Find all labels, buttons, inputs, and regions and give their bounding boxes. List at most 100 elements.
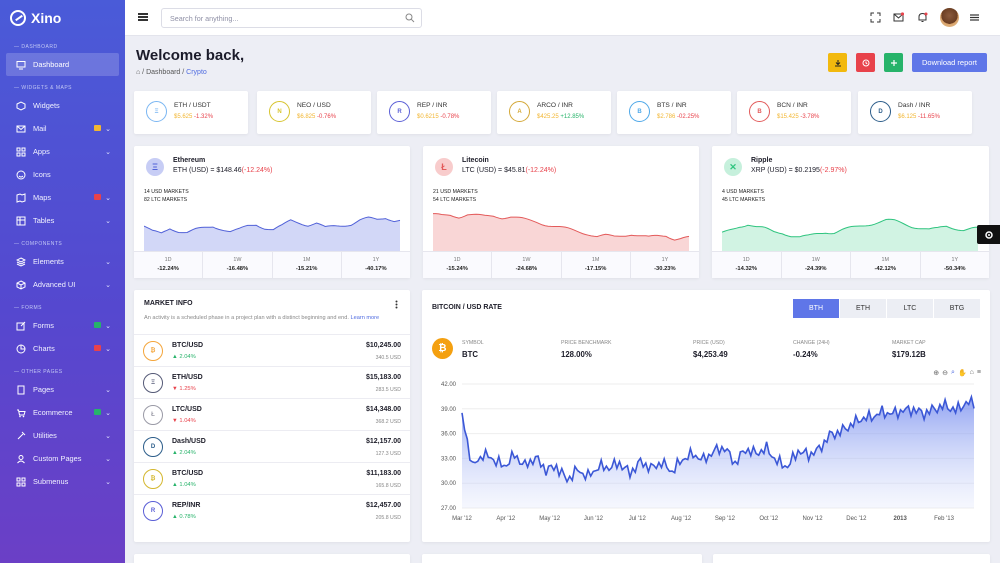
download-button[interactable]: [828, 53, 847, 72]
ticker-card[interactable]: Ξ ETH / USDT $5.625 -1.32%: [134, 91, 248, 134]
search-zoom-icon[interactable]: ⌕: [951, 369, 955, 377]
sidebar-item-utilities[interactable]: Utilities ⌄: [0, 424, 125, 447]
home-icon[interactable]: ⌂: [970, 369, 974, 377]
mail-icon[interactable]: [893, 12, 904, 23]
tab-ltc[interactable]: LTC: [887, 299, 933, 318]
chevron-down-icon: ⌄: [105, 148, 111, 156]
search-input[interactable]: Search for anything...: [161, 8, 422, 28]
sidebar-item-submenus[interactable]: Submenus ⌄: [0, 470, 125, 493]
sidebar-item-forms[interactable]: Forms ⌄: [0, 314, 125, 337]
stat-label: 1W: [233, 257, 242, 263]
market-pair: ETH/USD: [172, 374, 203, 381]
tab-eth[interactable]: ETH: [840, 299, 886, 318]
settings-gear-button[interactable]: [977, 225, 1000, 244]
sidebar-label: Mail: [33, 124, 47, 133]
sidebar-item-icons[interactable]: Icons: [0, 163, 125, 186]
smile-icon: [16, 170, 26, 179]
market-row[interactable]: Ξ ETH/USD ▼ 1.25% $15,183.00 283.5 USD: [134, 366, 410, 398]
x-tick-label: Nov '12: [802, 516, 823, 522]
more-vertical-icon[interactable]: [395, 300, 398, 309]
bell-icon[interactable]: [917, 12, 928, 23]
timer-button[interactable]: [856, 53, 875, 72]
learn-more-link[interactable]: Learn more: [351, 315, 380, 321]
market-row[interactable]: ₿ BTC/USD ▲ 2.04% $10,245.00 340.5 USD: [134, 334, 410, 366]
market-value: $12,157.00: [365, 438, 401, 445]
sidebar-label: Advanced UI: [33, 280, 76, 289]
sidebar-item-maps[interactable]: Maps ⌄: [0, 186, 125, 209]
ticker-price-row: $6.125 -11.65%: [898, 114, 940, 120]
sidebar-item-charts[interactable]: Charts ⌄: [0, 337, 125, 360]
ticker-card[interactable]: D Dash / INR $6.125 -11.65%: [858, 91, 972, 134]
sidebar-item-pages[interactable]: Pages ⌄: [0, 378, 125, 401]
market-change-value: 1.04%: [179, 482, 196, 488]
stat-label: 1D: [742, 257, 750, 263]
market-value: $11,183.00: [366, 470, 401, 477]
market-row[interactable]: ₿ BTC/USD ▲ 1.04% $11,183.00 165.8 USD: [134, 462, 410, 494]
sidebar-item-dashboard[interactable]: Dashboard: [6, 53, 119, 76]
stat-label: 1M: [302, 257, 311, 263]
pan-icon[interactable]: ✋: [958, 369, 967, 377]
ticker-card[interactable]: B BCN / INR $15.425 -3.78%: [737, 91, 851, 134]
coin-icon: B: [749, 101, 770, 122]
bitcoin-rate-card: BITCOIN / USD RATE BTH ETH LTC BTG ₿ SYM…: [422, 290, 990, 542]
avatar[interactable]: [940, 8, 959, 27]
x-tick-label: Jul '12: [629, 516, 647, 522]
sidebar-item-elements[interactable]: Elements ⌄: [0, 250, 125, 273]
tab-bth[interactable]: BTH: [793, 299, 839, 318]
main-content: Welcome back, ⌂ / Dashboard / Crypto Dow…: [125, 36, 1000, 563]
stat-cell: 1D -12.24%: [134, 252, 204, 278]
stat-value: -14.32%: [735, 266, 758, 272]
home-icon[interactable]: ⌂: [136, 69, 140, 76]
download-report-button[interactable]: Download report: [912, 53, 987, 72]
market-row[interactable]: R REP/INR ▲ 0.78% $12,457.00 205.8 USD: [134, 494, 410, 526]
breadcrumb: ⌂ / Dashboard / Crypto: [136, 69, 207, 76]
market-change-value: 2.04%: [179, 354, 196, 360]
sidebar-label: Custom Pages: [33, 454, 82, 463]
ticker-card[interactable]: R REP / INR $0.6215 -0.78%: [377, 91, 491, 134]
stat-label: 1Y: [661, 257, 669, 263]
stat-label: 1Y: [372, 257, 380, 263]
menu-icon[interactable]: ≡: [977, 369, 981, 377]
market-sub: 205.8 USD: [375, 515, 401, 521]
sidebar-item-widgets[interactable]: Widgets: [0, 94, 125, 117]
ticker-card[interactable]: B BTS / INR $2.786 -02.25%: [617, 91, 731, 134]
info-value: 128.00%: [561, 350, 592, 359]
search-icon[interactable]: [405, 13, 415, 23]
market-pair: BTC/USD: [172, 342, 204, 349]
market-info-desc: An activity is a scheduled phase in a pr…: [144, 314, 404, 322]
market-pair: REP/INR: [172, 502, 201, 509]
tab-btg[interactable]: BTG: [934, 299, 980, 318]
add-button[interactable]: [884, 53, 903, 72]
files-icon: [17, 385, 25, 394]
breadcrumb-dashboard[interactable]: Dashboard: [146, 69, 180, 76]
sidebar-item-advanced-ui[interactable]: Advanced UI ⌄: [0, 273, 125, 296]
sidebar-item-mail[interactable]: Mail ⌄: [0, 117, 125, 140]
table-icon: [16, 216, 26, 225]
market-pair: BTC/USD: [172, 470, 204, 477]
ticker-card[interactable]: N NEO / USD $6.825 -0.76%: [257, 91, 371, 134]
stat-cell: 1M -15.21%: [273, 252, 342, 278]
ticker-pair: BCN / INR: [777, 102, 808, 109]
market-row[interactable]: D Dash/USD ▲ 2.04% $12,157.00 127.3 USD: [134, 430, 410, 462]
sidebar-item-ecommerce[interactable]: Ecommerce ⌄: [0, 401, 125, 424]
zoom-in-icon[interactable]: ⊕: [933, 369, 939, 377]
market-value: $12,457.00: [365, 502, 401, 509]
chevron-down-icon: ⌄: [105, 409, 111, 417]
ticker-card[interactable]: A ARCO / INR $425.25 +12.85%: [497, 91, 611, 134]
fullscreen-icon[interactable]: [870, 12, 881, 23]
market-sub: 283.5 USD: [375, 387, 401, 393]
sidebar-item-apps[interactable]: Apps ⌄: [0, 140, 125, 163]
market-row[interactable]: Ł LTC/USD ▼ 1.04% $14,348.00 368.2 USD: [134, 398, 410, 430]
zoom-out-icon[interactable]: ⊖: [942, 369, 948, 377]
hamburger-icon[interactable]: [969, 12, 980, 23]
ticker-pair: ETH / USDT: [174, 102, 211, 109]
menu-toggle-icon[interactable]: [138, 13, 148, 21]
sidebar-item-tables[interactable]: Tables ⌄: [0, 209, 125, 232]
stat-value: -40.17%: [365, 266, 387, 272]
info-label: PRICE (USD): [693, 340, 725, 346]
sidebar-item-custom-pages[interactable]: Custom Pages ⌄: [0, 447, 125, 470]
coin-icon: R: [143, 501, 163, 521]
brand[interactable]: Xino: [0, 0, 125, 36]
chevron-down-icon: ⌄: [105, 432, 111, 440]
market-sub: 340.5 USD: [375, 355, 401, 361]
